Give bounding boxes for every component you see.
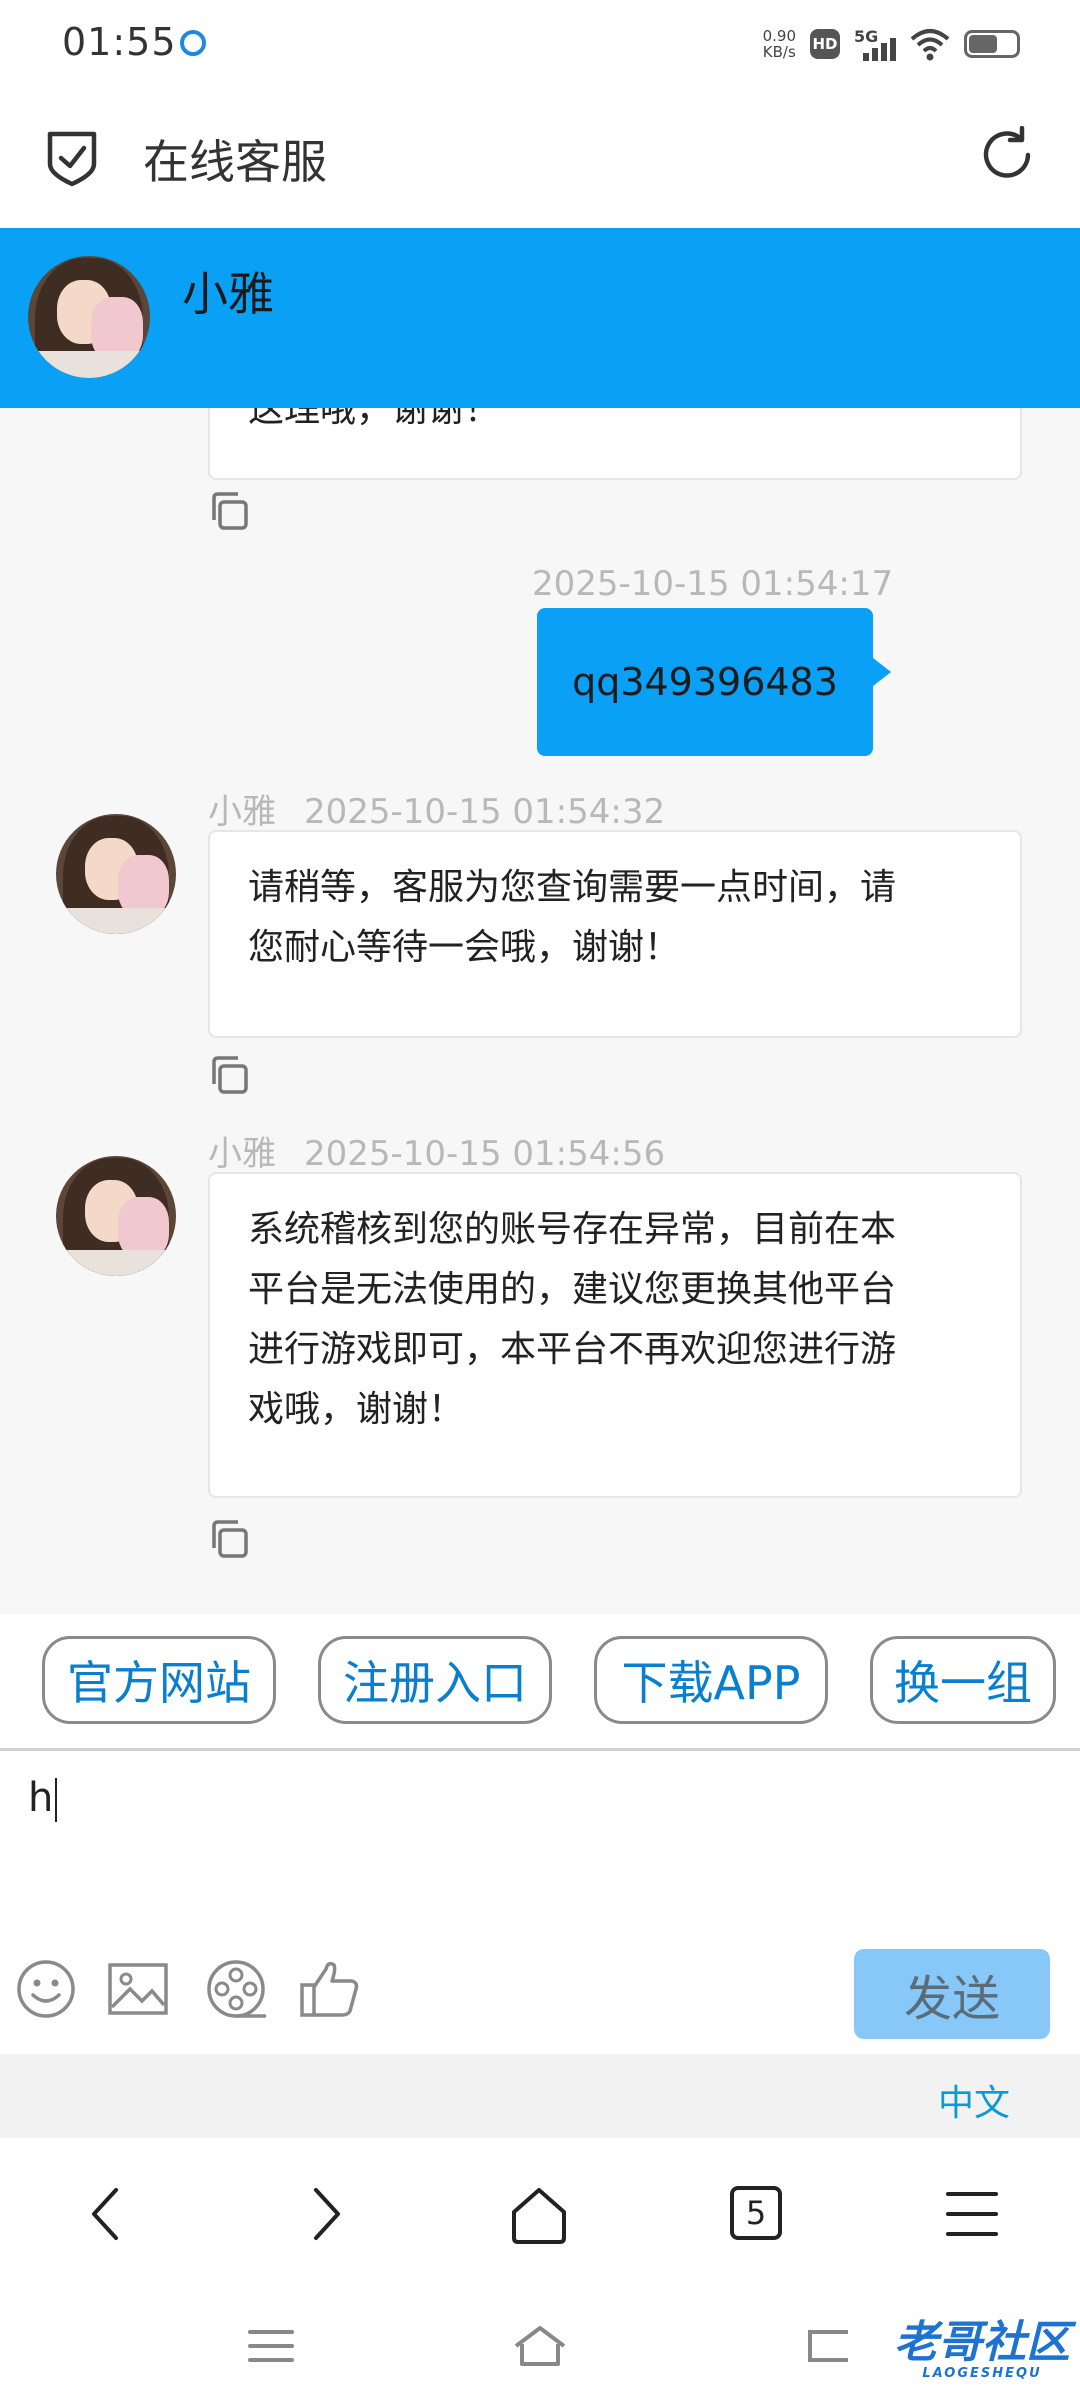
sender-name: 小雅: [208, 792, 276, 832]
official-site-button[interactable]: 官方网站: [42, 1636, 276, 1724]
agent-name: 小雅: [182, 267, 274, 321]
app-header: 在线客服: [0, 86, 1080, 228]
back-icon[interactable]: [78, 2184, 138, 2244]
system-back-icon[interactable]: [802, 2324, 852, 2368]
message-timestamp: 2025-10-15 01:54:56: [304, 1134, 666, 1174]
cellular-signal-icon: 5G: [854, 27, 896, 61]
download-app-button[interactable]: 下载APP: [594, 1636, 828, 1724]
menu-icon[interactable]: [942, 2184, 1002, 2244]
chat-header: 小雅: [0, 228, 1080, 408]
message-bubble: 请稍等，客服为您查询需要一点时间，请 您耐心等待一会哦，谢谢！: [208, 830, 1022, 1038]
watermark-subtext: LAOGESHEQU: [922, 2366, 1042, 2381]
image-icon[interactable]: [106, 1957, 170, 2021]
message-line: 戏哦，谢谢！: [248, 1389, 465, 1430]
message-line: 您耐心等待一会哦，谢谢！: [248, 927, 681, 968]
refresh-group-button[interactable]: 换一组: [870, 1636, 1056, 1724]
battery-icon: [964, 30, 1020, 58]
message-line: 平台是无法使用的，建议您更换其他平台: [248, 1269, 897, 1310]
page-title: 在线客服: [143, 135, 327, 189]
system-nav-bar: 老哥社区 LAOGESHEQU: [0, 2288, 1080, 2408]
message-timestamp: 2025-10-15 01:54:17: [532, 564, 894, 604]
message-input[interactable]: h: [28, 1775, 58, 1822]
outgoing-message-bubble: qq349396483: [537, 608, 891, 756]
copy-icon[interactable]: [208, 1054, 250, 1096]
message-text: 这理哦，谢谢！: [248, 408, 501, 430]
message-timestamp: 2025-10-15 01:54:32: [304, 792, 666, 832]
message-meta: 小雅 2025-10-15 01:54:32: [208, 784, 665, 833]
agent-avatar: [56, 1156, 176, 1276]
network-speed: 0.90 KB/s: [763, 28, 796, 60]
status-time: 01:55: [62, 20, 177, 64]
home-icon[interactable]: [508, 2184, 570, 2246]
message-bubble: 这理哦，谢谢！: [208, 408, 1022, 480]
watermark-text: 老哥社区: [894, 2317, 1070, 2368]
message-bubble: 系统稽核到您的账号存在异常，目前在本 平台是无法使用的，建议您更换其他平台 进行…: [208, 1172, 1022, 1498]
text-caret: [55, 1778, 58, 1822]
agent-avatar: [56, 814, 176, 934]
message-meta: 小雅 2025-10-15 01:54:56: [208, 1126, 665, 1175]
copy-icon[interactable]: [208, 1518, 250, 1560]
forward-icon[interactable]: [294, 2184, 354, 2244]
sender-name: 小雅: [208, 1134, 276, 1174]
shield-check-icon[interactable]: [44, 128, 100, 188]
send-button[interactable]: 发送: [854, 1949, 1050, 2039]
thumbs-up-icon[interactable]: [298, 1957, 362, 2021]
status-indicators: 0.90 KB/s HD 5G: [763, 22, 1020, 66]
hd-icon: HD: [810, 29, 840, 59]
smile-icon[interactable]: [14, 1957, 78, 2021]
notification-app-icon: [180, 30, 206, 56]
register-button[interactable]: 注册入口: [318, 1636, 552, 1724]
message-text: qq349396483: [572, 660, 838, 704]
message-line: 系统稽核到您的账号存在异常，目前在本: [248, 1209, 897, 1250]
message-input-area: h 发送: [0, 1748, 1080, 2054]
language-bar: 中文: [0, 2054, 1080, 2138]
network-speed-value: 0.90: [762, 27, 796, 45]
agent-avatar: [28, 256, 150, 378]
refresh-icon[interactable]: [978, 126, 1036, 184]
message-line: 进行游戏即可，本平台不再欢迎您进行游: [248, 1329, 897, 1370]
chat-messages[interactable]: 这理哦，谢谢！ 2025-10-15 01:54:17 qq349396483 …: [0, 408, 1080, 1614]
quick-links-bar: 官方网站 注册入口 下载APP 换一组: [0, 1614, 1080, 1750]
system-home-icon[interactable]: [512, 2324, 568, 2368]
network-speed-unit: KB/s: [762, 43, 796, 61]
language-switch[interactable]: 中文: [938, 2074, 1010, 2126]
recent-apps-icon[interactable]: [246, 2324, 296, 2368]
input-value: h: [28, 1775, 54, 1821]
copy-icon[interactable]: [208, 490, 250, 532]
browser-nav-bar: 5: [0, 2138, 1080, 2288]
tab-count-button[interactable]: 5: [730, 2186, 782, 2240]
wifi-icon: [910, 29, 950, 61]
film-reel-icon[interactable]: [204, 1957, 268, 2021]
message-line: 请稍等，客服为您查询需要一点时间，请: [248, 867, 897, 908]
watermark-logo: 老哥社区 LAOGESHEQU: [894, 2306, 1070, 2381]
status-bar: 01:55 0.90 KB/s HD 5G: [0, 0, 1080, 86]
